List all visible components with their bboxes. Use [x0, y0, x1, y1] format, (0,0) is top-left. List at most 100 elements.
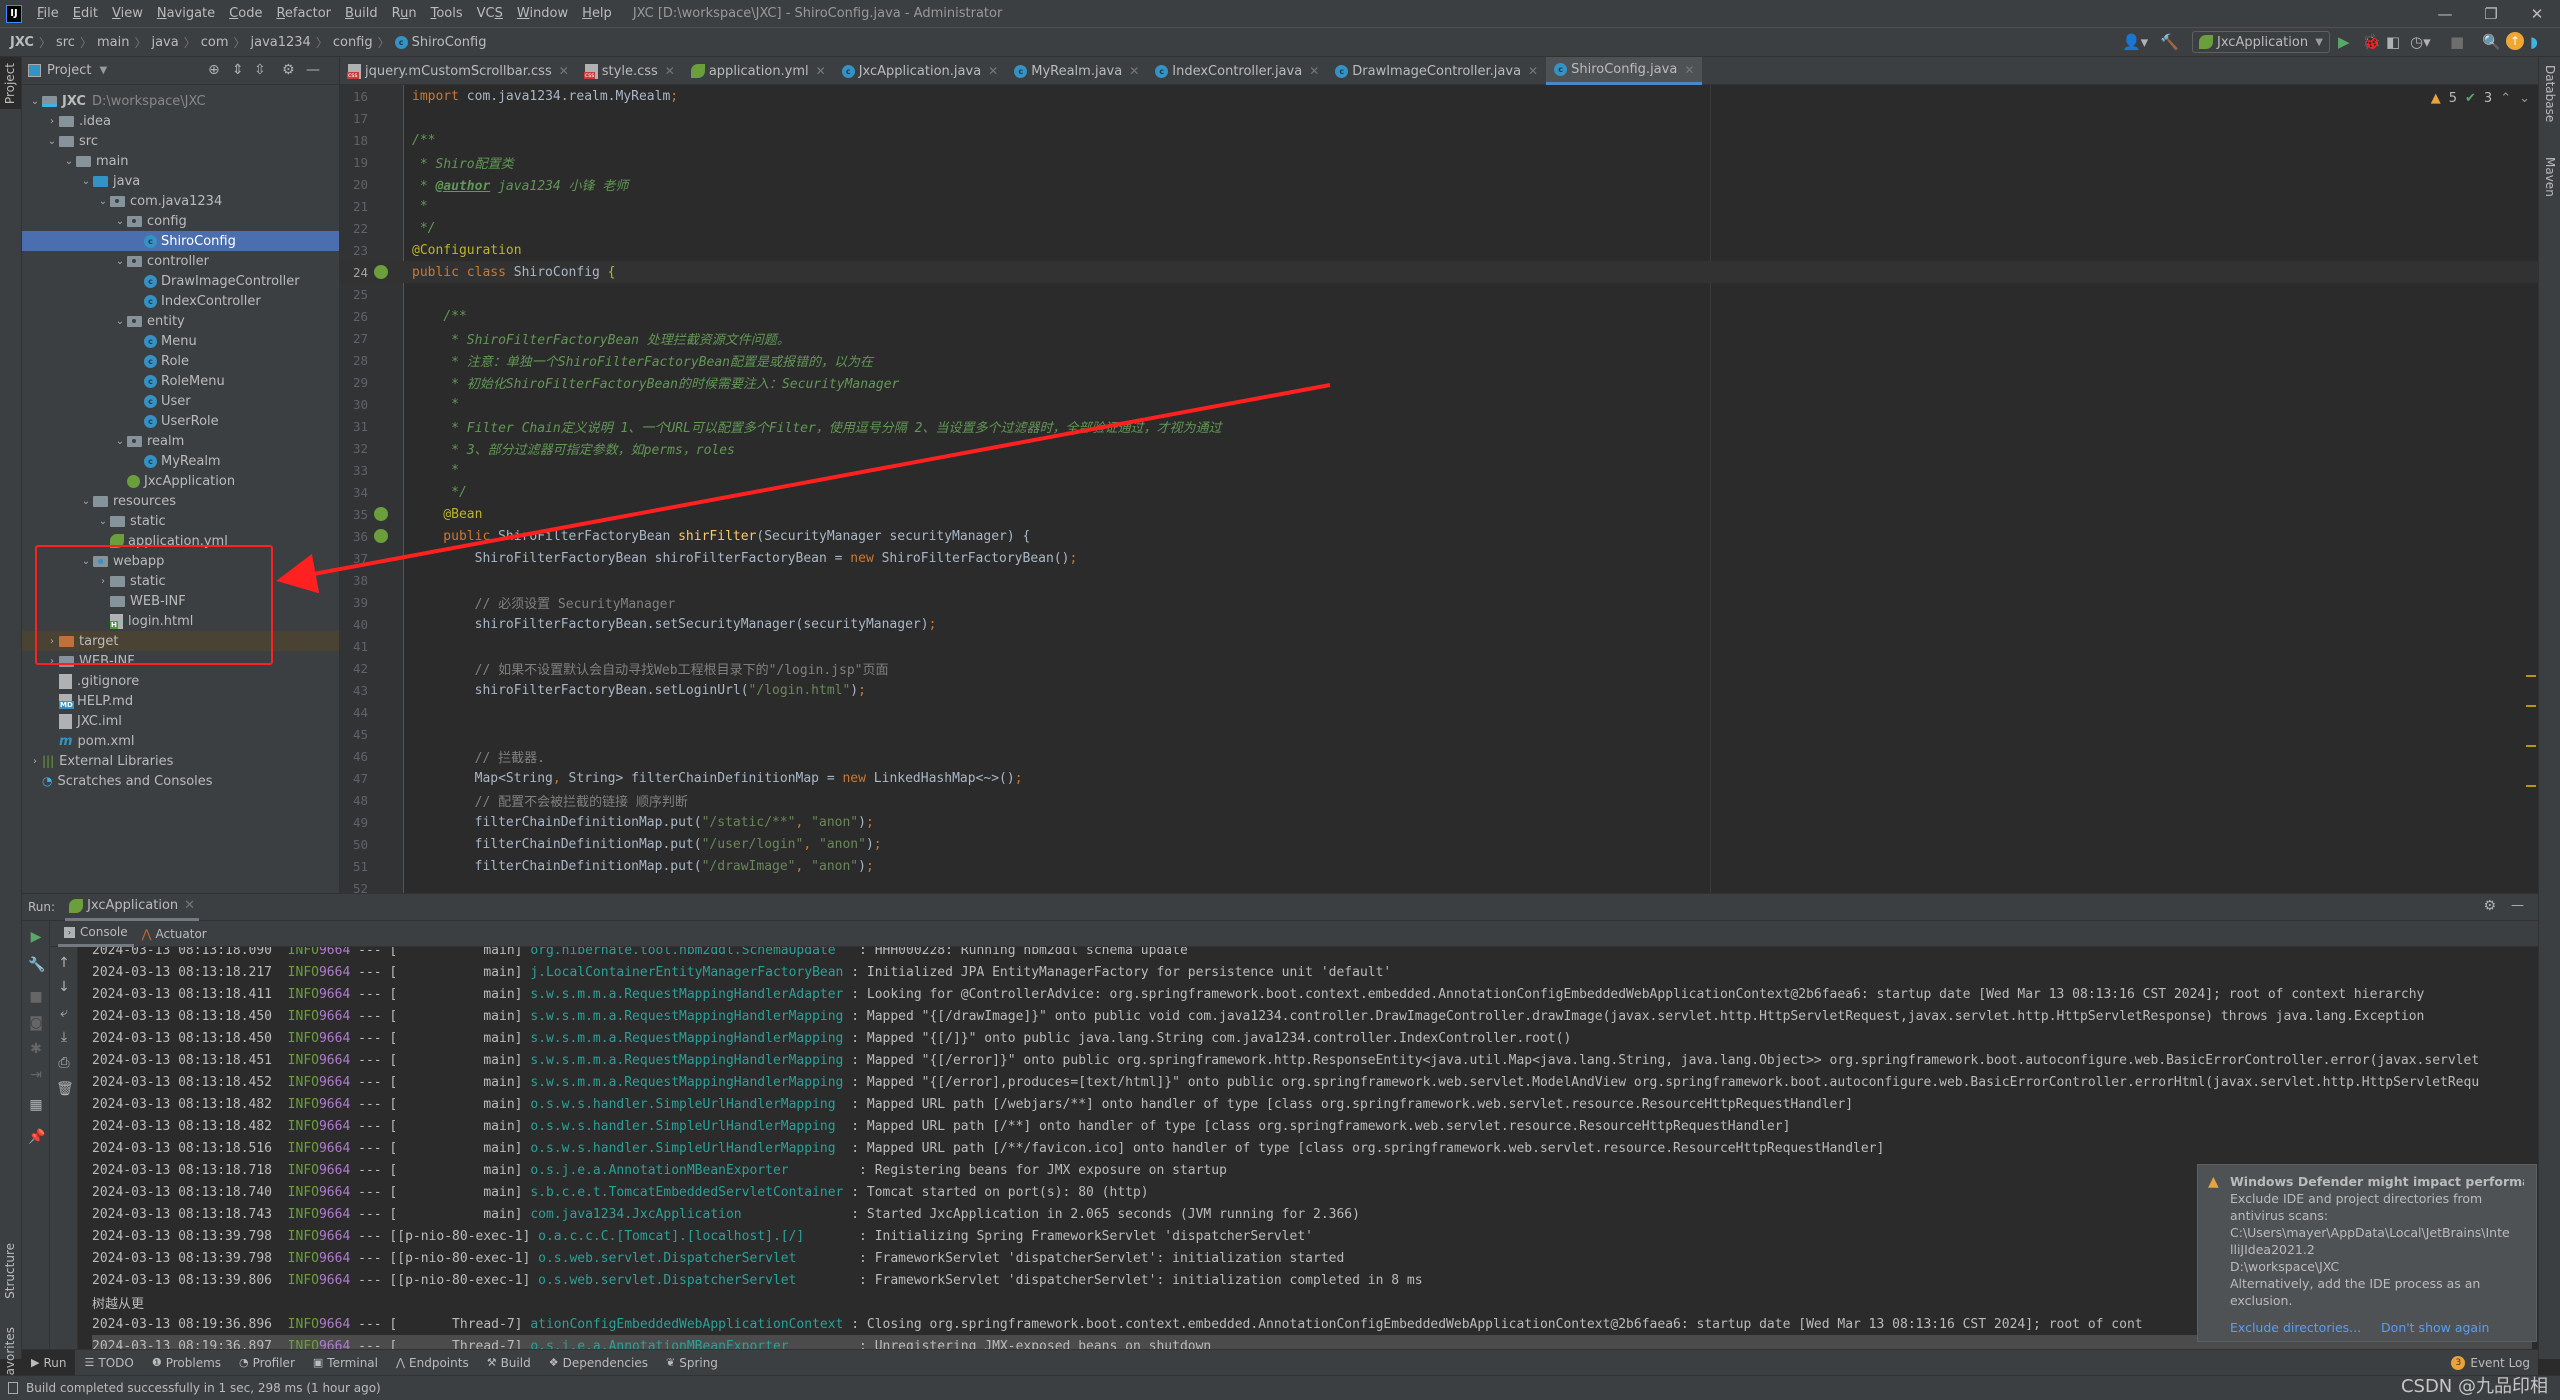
- exit-icon[interactable]: ⇥: [28, 1067, 44, 1083]
- menu-tools[interactable]: Tools: [424, 6, 470, 21]
- run-configuration-select[interactable]: JxcApplication ▼: [2192, 31, 2330, 53]
- tree-item[interactable]: › .idea: [22, 111, 339, 131]
- panel-toggle-icon[interactable]: [8, 1382, 18, 1394]
- breadcrumb-item[interactable]: main: [97, 35, 129, 50]
- tree-item[interactable]: ⌄ com.java1234: [22, 191, 339, 211]
- profiler-icon[interactable]: ◷▾: [2410, 32, 2431, 52]
- menu-file[interactable]: File: [30, 6, 66, 21]
- tree-item[interactable]: c User: [22, 391, 339, 411]
- tree-item[interactable]: ◔ Scratches and Consoles: [22, 771, 339, 791]
- expand-all-icon[interactable]: ⇕: [232, 62, 244, 78]
- bottom-tab-problems[interactable]: ❶ Problems: [143, 1350, 230, 1376]
- soft-wrap-icon[interactable]: ⤶: [56, 1005, 72, 1021]
- tree-item[interactable]: .gitignore: [22, 671, 339, 691]
- bottom-tab-build[interactable]: ⚒ Build: [478, 1350, 540, 1376]
- tree-item[interactable]: c IndexController: [22, 291, 339, 311]
- editor-tab[interactable]: c JxcApplication.java ✕: [834, 57, 1007, 85]
- chevron-down-icon[interactable]: ⌄: [28, 96, 42, 107]
- chevron-down-icon[interactable]: ⌄: [45, 136, 59, 147]
- stop-icon[interactable]: ■: [2450, 32, 2464, 52]
- chevron-down-icon[interactable]: ▼: [99, 65, 107, 76]
- tree-item[interactable]: ⌄ main: [22, 151, 339, 171]
- tree-item[interactable]: › target: [22, 631, 339, 651]
- close-tab-icon[interactable]: ✕: [1684, 63, 1694, 77]
- tree-item[interactable]: m pom.xml: [22, 731, 339, 751]
- tree-item[interactable]: ⌄ static: [22, 511, 339, 531]
- maven-tool-tab[interactable]: Maven: [2543, 157, 2557, 197]
- spring-bean-gutter-icon[interactable]: [374, 265, 388, 279]
- menu-navigate[interactable]: Navigate: [150, 6, 222, 21]
- tree-item[interactable]: c RoleMenu: [22, 371, 339, 391]
- tree-item[interactable]: ⌄ resources: [22, 491, 339, 511]
- dont-show-again-link[interactable]: Don't show again: [2381, 1320, 2489, 1335]
- edit-config-icon[interactable]: 🔧: [28, 957, 45, 973]
- print-icon[interactable]: ⎙: [56, 1055, 72, 1071]
- minimize-button[interactable]: —: [2422, 0, 2468, 28]
- breadcrumb-item[interactable]: java: [151, 35, 178, 50]
- chevron-down-icon[interactable]: ⌄: [79, 176, 93, 187]
- chevron-right-icon[interactable]: ›: [96, 576, 110, 587]
- favorites-tool-tab[interactable]: Favorites: [3, 1327, 17, 1381]
- up-arrow-icon[interactable]: ↑: [56, 955, 72, 971]
- collapse-all-icon[interactable]: ⇳: [254, 62, 266, 78]
- clear-all-icon[interactable]: 🗑: [56, 1081, 74, 1097]
- chevron-down-icon[interactable]: ⌄: [96, 516, 110, 527]
- menu-vcs[interactable]: VCS: [470, 6, 510, 21]
- run-icon[interactable]: ▶: [2338, 32, 2350, 52]
- project-tool-tab[interactable]: Project: [3, 63, 17, 104]
- editor-tab[interactable]: application.yml ✕: [683, 57, 834, 85]
- chevron-down-icon[interactable]: ⌄: [113, 436, 127, 447]
- tree-item[interactable]: › ||| External Libraries: [22, 751, 339, 771]
- bottom-tab-dependencies[interactable]: ❖ Dependencies: [540, 1350, 657, 1376]
- stop-icon[interactable]: ■: [28, 989, 44, 1005]
- editor-tab[interactable]: c IndexController.java ✕: [1147, 57, 1327, 85]
- tree-item[interactable]: Hlogin.html: [22, 611, 339, 631]
- tree-item[interactable]: › static: [22, 571, 339, 591]
- chevron-down-icon[interactable]: ⌄: [113, 316, 127, 327]
- search-icon[interactable]: 🔍: [2482, 32, 2501, 52]
- chevron-right-icon[interactable]: ›: [28, 756, 42, 767]
- spring-bean-gutter-icon[interactable]: [374, 529, 388, 543]
- chevron-right-icon[interactable]: ›: [45, 656, 59, 667]
- tree-item[interactable]: application.yml: [22, 531, 339, 551]
- chevron-down-icon[interactable]: ⌄: [113, 256, 127, 267]
- debug-exit-icon[interactable]: ✱: [28, 1041, 44, 1057]
- close-tab-icon[interactable]: ✕: [816, 64, 826, 78]
- close-tab-icon[interactable]: ✕: [1129, 64, 1139, 78]
- camera-icon[interactable]: ◙: [28, 1015, 44, 1031]
- tree-item[interactable]: ⌄ realm: [22, 431, 339, 451]
- code-editor[interactable]: 16 import com.java1234.realm.MyRealm; 17 18…: [340, 85, 2538, 893]
- console-output[interactable]: 2024-03-13 08:13:18.090 INFO 9664 --- [ …: [78, 947, 2538, 1360]
- bottom-tab-run[interactable]: ▶ Run: [22, 1349, 76, 1376]
- chevron-right-icon[interactable]: ›: [45, 116, 59, 127]
- menu-window[interactable]: Window: [510, 6, 575, 21]
- editor-tab[interactable]: c DrawImageController.java ✕: [1327, 57, 1546, 85]
- tree-item[interactable]: ⌄ webapp: [22, 551, 339, 571]
- tree-item[interactable]: › WEB-INF: [22, 651, 339, 671]
- build-hammer-icon[interactable]: 🔨: [2160, 32, 2179, 52]
- tree-item[interactable]: ⌄ src: [22, 131, 339, 151]
- hide-panel-icon[interactable]: —: [2511, 898, 2524, 913]
- close-tab-icon[interactable]: ✕: [665, 64, 675, 78]
- previous-highlight-icon[interactable]: ⌃: [2500, 91, 2511, 106]
- bottom-tab-endpoints[interactable]: ⋀ Endpoints: [387, 1350, 478, 1376]
- close-tab-icon[interactable]: ✕: [559, 64, 569, 78]
- run-tab-jxcapplication[interactable]: JxcApplication ✕: [65, 894, 200, 921]
- vcs-user-icon[interactable]: 👤▾: [2122, 32, 2148, 52]
- bottom-tab-profiler[interactable]: ◔ Profiler: [230, 1350, 304, 1376]
- tree-item[interactable]: c MyRealm: [22, 451, 339, 471]
- breadcrumb-item[interactable]: c ShiroConfig: [394, 35, 486, 50]
- next-highlight-icon[interactable]: ⌄: [2519, 91, 2530, 106]
- console-tab[interactable]: › Console: [58, 921, 134, 947]
- menu-view[interactable]: View: [105, 6, 150, 21]
- tree-item[interactable]: ⌄ controller: [22, 251, 339, 271]
- tree-item[interactable]: WEB-INF: [22, 591, 339, 611]
- breadcrumb-item[interactable]: JXC: [10, 35, 34, 50]
- project-view-select[interactable]: Project: [47, 63, 91, 78]
- restore-button[interactable]: ❐: [2468, 0, 2514, 28]
- bottom-tab-spring[interactable]: ❦ Spring: [657, 1350, 727, 1376]
- chevron-down-icon[interactable]: ⌄: [96, 196, 110, 207]
- menu-run[interactable]: Run: [385, 6, 424, 21]
- gear-icon[interactable]: ⚙: [282, 62, 295, 78]
- pin-icon[interactable]: 📌: [28, 1129, 45, 1145]
